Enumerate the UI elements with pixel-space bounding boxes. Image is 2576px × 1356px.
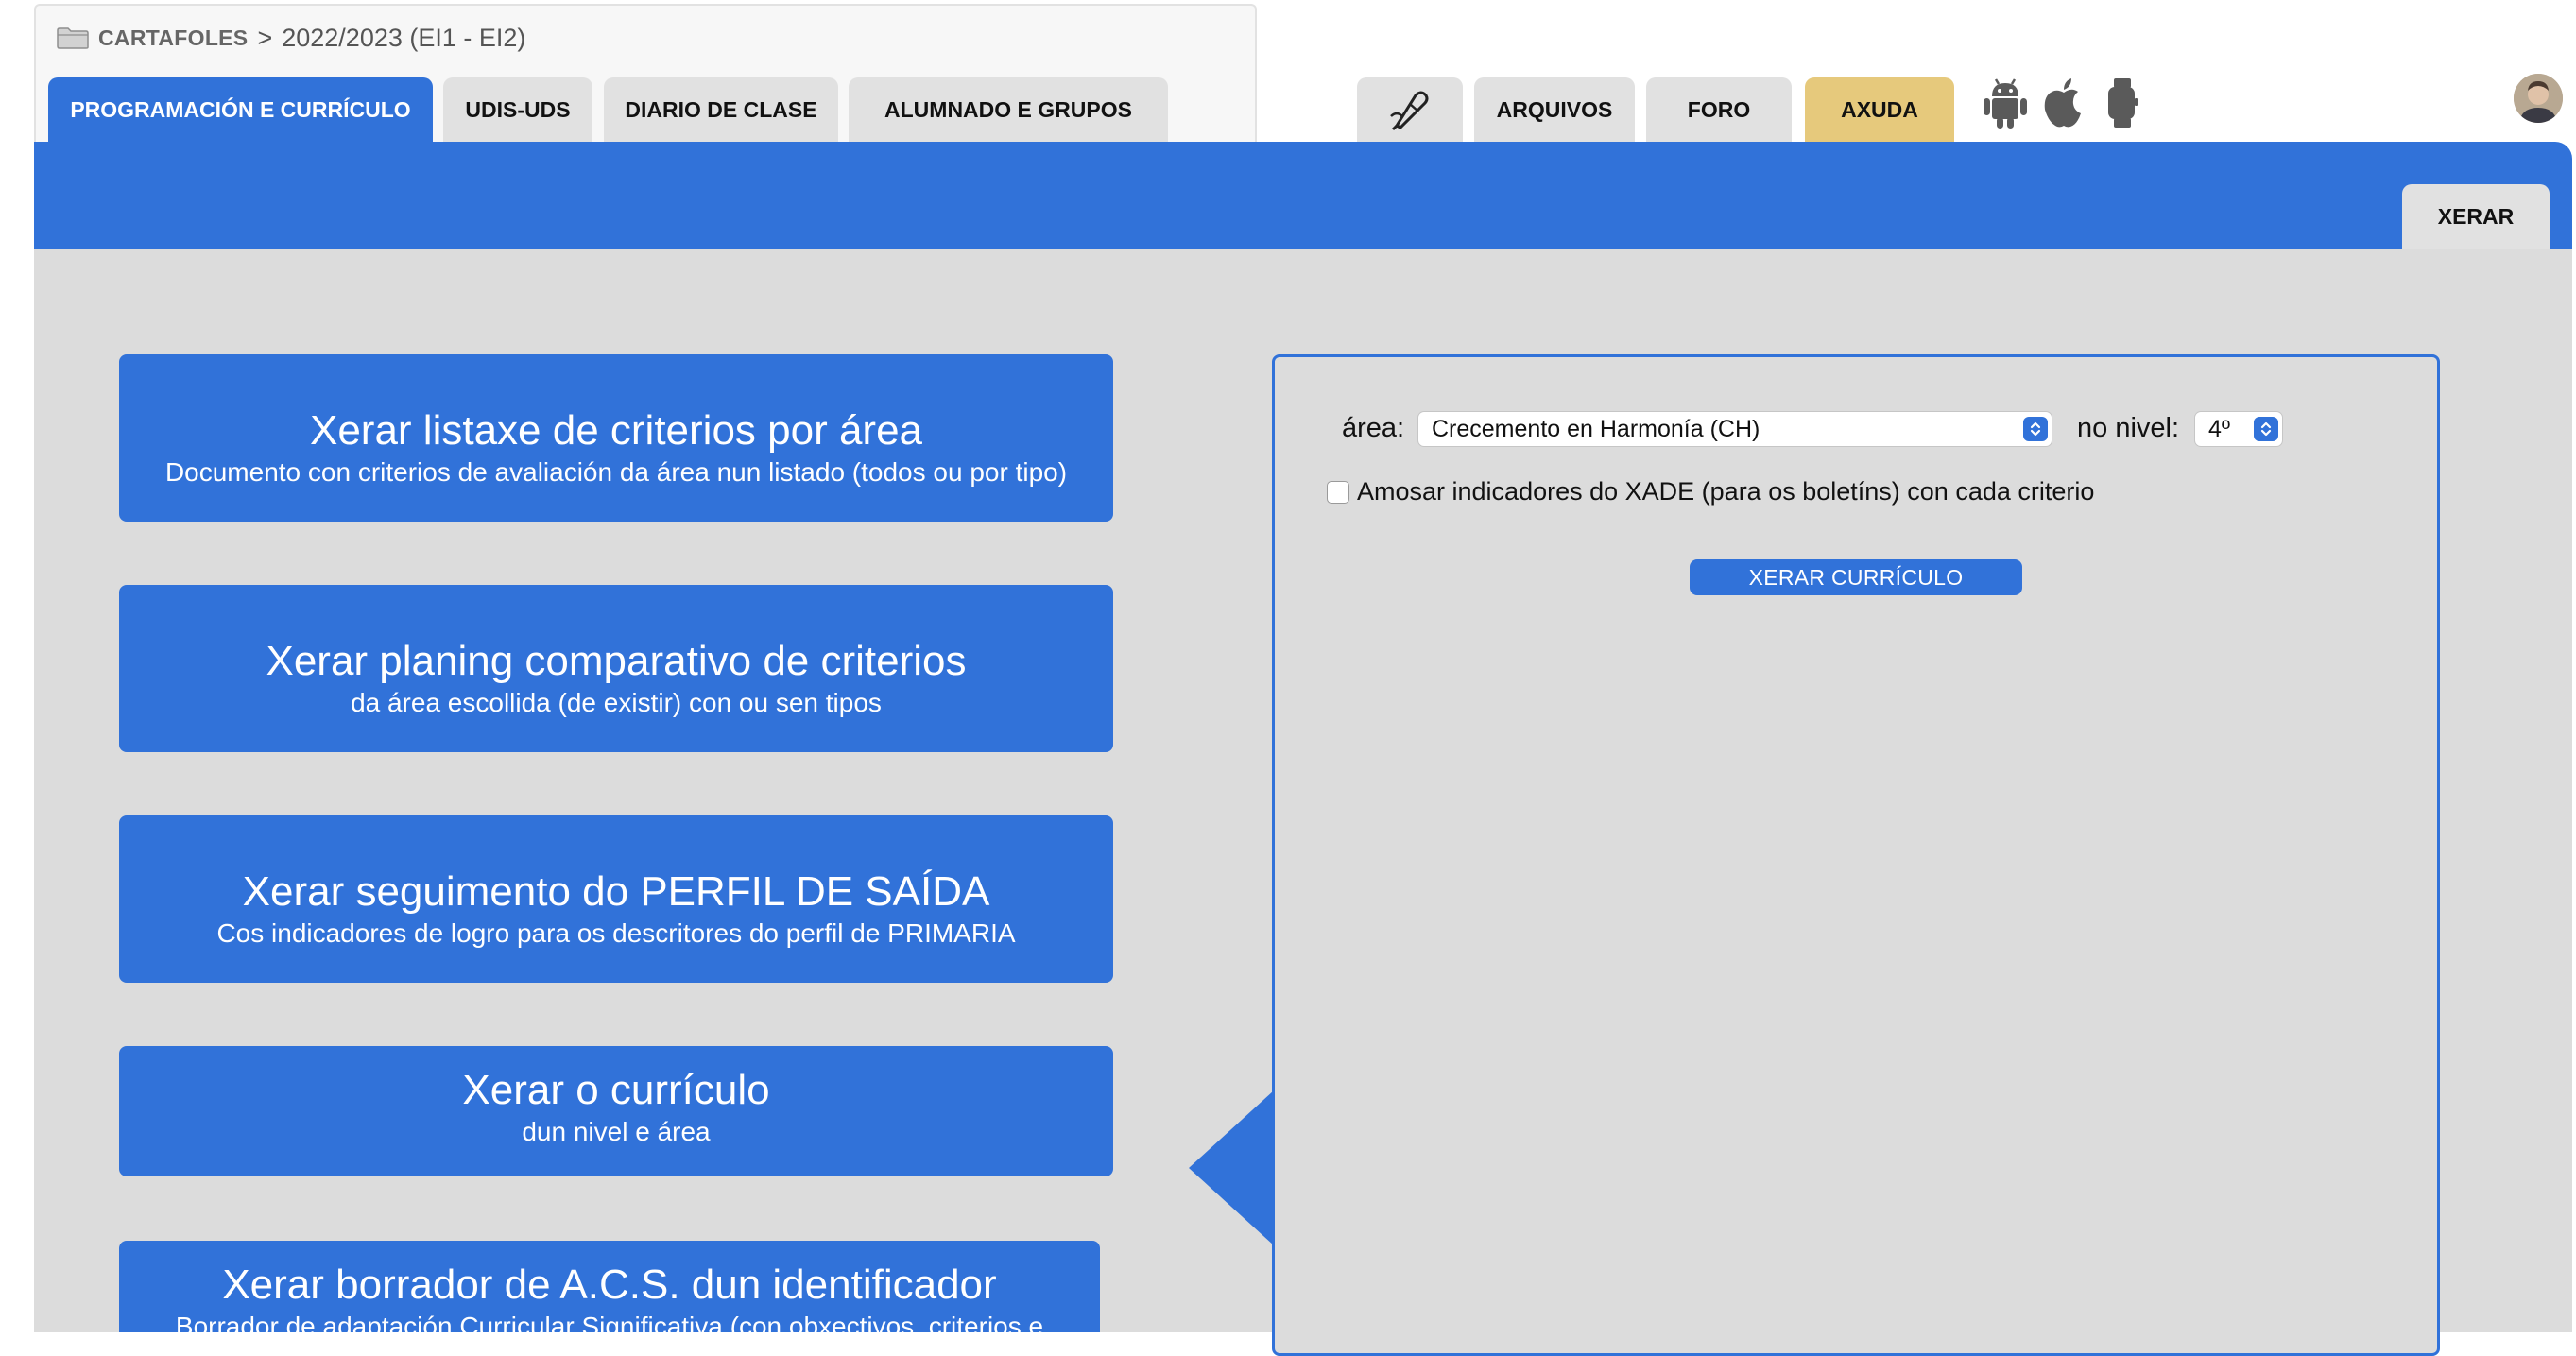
breadcrumb-current: 2022/2023 (EI1 - EI2) <box>282 23 526 52</box>
apple-icon[interactable] <box>2039 74 2088 132</box>
card-title: Xerar borrador de A.C.S. dun identificad… <box>222 1262 997 1308</box>
selection-pointer <box>1189 1090 1274 1245</box>
level-label: no nivel: <box>2077 413 2180 443</box>
tab-axuda[interactable]: AXUDA <box>1805 77 1954 142</box>
card-perfil-de-saida[interactable]: Xerar seguimento do PERFIL DE SAÍDA Cos … <box>119 815 1113 983</box>
breadcrumb-root-link[interactable]: CARTAFOLES <box>98 26 248 51</box>
tab-alumnado-grupos[interactable]: ALUMNADO E GRUPOS <box>849 77 1168 142</box>
android-icon[interactable] <box>1981 74 2030 132</box>
pen-tool-icon <box>1387 88 1433 131</box>
section-banner <box>34 142 2572 249</box>
card-subtitle: Cos indicadores de logro para os descrit… <box>216 918 1016 948</box>
card-subtitle: da área escollida (de existir) con ou se… <box>351 688 882 717</box>
tab-foro[interactable]: FORO <box>1646 77 1792 142</box>
card-subtitle: Documento con criterios de avaliación da… <box>164 457 1068 487</box>
card-criterios-por-area[interactable]: Xerar listaxe de criterios por área Docu… <box>119 354 1113 522</box>
level-select[interactable]: 4º <box>2194 411 2283 447</box>
level-select-value: 4º <box>2208 416 2231 442</box>
card-title: Xerar o currículo <box>462 1067 770 1113</box>
xade-indicators-label: Amosar indicadores do XADE (para os bole… <box>1357 477 2095 506</box>
card-title: Xerar listaxe de criterios por área <box>309 407 923 454</box>
folder-icon <box>57 26 89 49</box>
area-label: área: <box>1342 413 1405 443</box>
user-avatar[interactable] <box>2514 74 2563 123</box>
card-title: Xerar seguimento do PERFIL DE SAÍDA <box>242 868 990 915</box>
select-arrows-icon <box>2254 417 2278 441</box>
card-subtitle: dun nivel e área <box>522 1117 711 1146</box>
breadcrumb-separator: > <box>257 23 273 52</box>
tab-tools[interactable] <box>1357 77 1463 142</box>
card-borrador-acs[interactable]: Xerar borrador de A.C.S. dun identificad… <box>119 1241 1100 1332</box>
xade-indicators-checkbox[interactable] <box>1327 481 1349 504</box>
area-select-value: Crecemento en Harmonía (CH) <box>1432 416 1760 442</box>
watch-icon[interactable] <box>2105 74 2139 132</box>
tab-udis-uds[interactable]: UDIS-UDS <box>443 77 592 142</box>
tab-xerar[interactable]: XERAR <box>2402 184 2550 249</box>
area-select[interactable]: Crecemento en Harmonía (CH) <box>1417 411 2052 447</box>
card-xerar-curriculo[interactable]: Xerar o currículo dun nivel e área <box>119 1046 1113 1176</box>
select-arrows-icon <box>2023 417 2048 441</box>
card-title: Xerar planing comparativo de criterios <box>266 638 967 684</box>
tab-arquivos[interactable]: ARQUIVOS <box>1474 77 1635 142</box>
xerar-curriculo-button[interactable]: XERAR CURRÍCULO <box>1690 559 2022 595</box>
card-planing-comparativo[interactable]: Xerar planing comparativo de criterios d… <box>119 585 1113 752</box>
card-subtitle: Borrador de adaptación Curricular Signif… <box>175 1312 1044 1332</box>
tab-diario-de-clase[interactable]: DIARIO DE CLASE <box>604 77 838 142</box>
tab-programacion-curriculo[interactable]: PROGRAMACIÓN E CURRÍCULO <box>48 77 433 142</box>
breadcrumb: CARTAFOLES > 2022/2023 (EI1 - EI2) <box>57 21 525 55</box>
